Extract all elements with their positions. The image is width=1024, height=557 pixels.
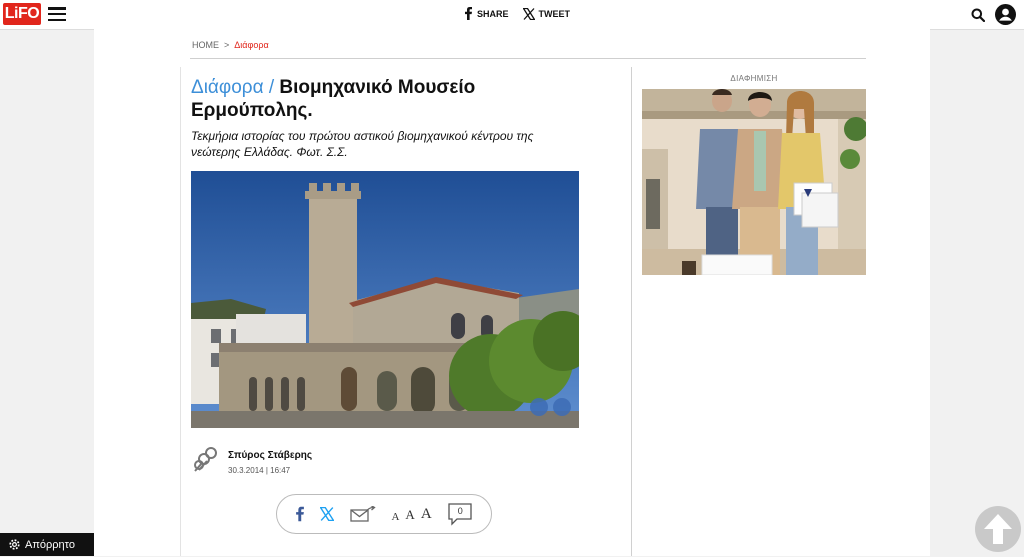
user-icon[interactable] bbox=[995, 4, 1016, 25]
article-photo[interactable] bbox=[191, 171, 579, 428]
category-link[interactable]: Διάφορα / bbox=[191, 77, 274, 98]
x-icon bbox=[522, 7, 535, 20]
x-icon[interactable] bbox=[320, 507, 335, 521]
column-divider bbox=[631, 67, 632, 556]
font-size-small[interactable]: A bbox=[391, 511, 399, 523]
article-subtitle: Τεκμήρια ιστορίας του πρώτου αστικού βιο… bbox=[191, 129, 534, 159]
breadcrumb-separator: > bbox=[224, 40, 230, 50]
left-divider bbox=[180, 67, 181, 556]
article-title: Διάφορα / Βιομηχανικό Μουσείο Ερμούπολης… bbox=[191, 76, 531, 122]
email-share-icon[interactable] bbox=[350, 506, 376, 522]
font-size-large[interactable]: A bbox=[421, 506, 432, 523]
top-bar: LiFO SHARE TWEET bbox=[0, 0, 1024, 30]
privacy-button[interactable]: Απόρρητο bbox=[0, 533, 94, 556]
share-bar: SHARE TWEET bbox=[464, 7, 570, 20]
comments-count: 0 bbox=[457, 506, 463, 516]
share-label: SHARE bbox=[477, 8, 509, 19]
advertisement-banner[interactable] bbox=[642, 89, 866, 275]
author-name[interactable]: Σπύρος Στάβερης bbox=[228, 450, 312, 461]
advertisement-label: ΔΙΑΦΗΜΙΣΗ bbox=[730, 74, 778, 83]
article-date: 30.3.2014 | 16:47 bbox=[228, 466, 291, 475]
gear-icon bbox=[9, 539, 20, 550]
facebook-icon[interactable] bbox=[295, 506, 305, 522]
top-right-icons bbox=[971, 4, 1016, 25]
arrow-up-icon bbox=[984, 514, 1012, 544]
breadcrumb-divider bbox=[190, 58, 866, 59]
menu-icon[interactable] bbox=[48, 7, 66, 21]
breadcrumb-home[interactable]: HOME bbox=[192, 40, 219, 50]
share-button[interactable]: SHARE bbox=[464, 7, 509, 20]
lifo-logo[interactable]: LiFO bbox=[3, 3, 41, 25]
tweet-button[interactable]: TWEET bbox=[522, 7, 571, 20]
font-size-controls: A A A bbox=[391, 506, 431, 523]
facebook-icon bbox=[465, 7, 472, 20]
font-size-medium[interactable]: A bbox=[405, 507, 414, 523]
breadcrumb-current[interactable]: Διάφορα bbox=[234, 40, 268, 50]
tweet-label: TWEET bbox=[538, 8, 571, 19]
comments-button[interactable]: 0 bbox=[447, 502, 473, 526]
breadcrumb: HOME > Διάφορα bbox=[192, 40, 269, 50]
search-icon[interactable] bbox=[971, 8, 985, 22]
article-tools: A A A 0 bbox=[276, 494, 492, 534]
privacy-label: Απόρρητο bbox=[25, 538, 75, 551]
author-avatar-icon bbox=[194, 447, 217, 472]
scroll-to-top-button[interactable] bbox=[975, 506, 1021, 552]
page-content: HOME > Διάφορα Διάφορα / Βιομηχανικό Μου… bbox=[94, 29, 930, 556]
